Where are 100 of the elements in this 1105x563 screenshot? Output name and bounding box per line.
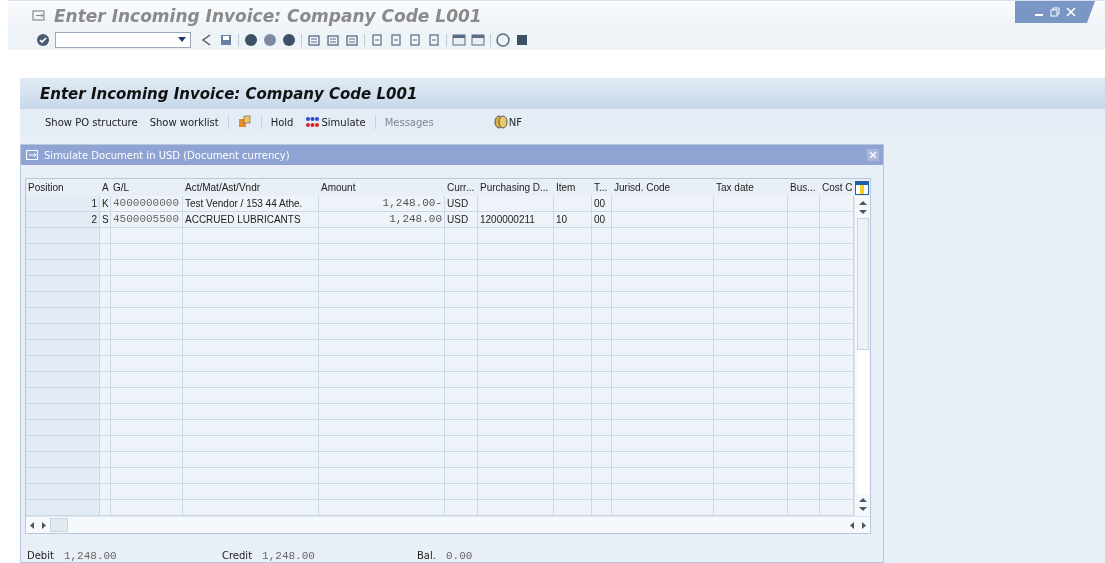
- layout-settings-icon[interactable]: [855, 180, 869, 195]
- scroll-up-icon[interactable]: [858, 497, 867, 503]
- scroll-down-icon[interactable]: [858, 209, 867, 215]
- table-cell: [554, 276, 592, 292]
- table-cell: [820, 420, 854, 436]
- toolbar-button[interactable]: Show worklist: [146, 114, 222, 130]
- table-cell: [788, 372, 820, 388]
- column-header[interactable]: Position: [26, 179, 100, 196]
- column-header[interactable]: Purchasing D...: [478, 179, 554, 196]
- column-header[interactable]: Jurisd. Code: [612, 179, 714, 196]
- table-cell: [788, 340, 820, 356]
- toolbar-button[interactable]: Show PO structure: [42, 114, 141, 130]
- table-cell: [445, 276, 478, 292]
- column-header[interactable]: Curr...: [445, 179, 478, 196]
- simulate-button[interactable]: Simulate: [302, 114, 369, 131]
- column-header[interactable]: Item: [554, 179, 592, 196]
- horizontal-scrollbar[interactable]: [26, 516, 870, 533]
- window-controls[interactable]: [1015, 1, 1095, 23]
- nf-button[interactable]: NF: [490, 113, 525, 132]
- table-cell: [111, 404, 183, 420]
- scroll-thumb[interactable]: [856, 218, 869, 350]
- caret-icon[interactable]: [178, 37, 186, 44]
- table-cell: [445, 324, 478, 340]
- shortcut-icon[interactable]: [471, 33, 485, 48]
- page-title: Enter Incoming Invoice: Company Code L001: [40, 84, 418, 103]
- restore-icon[interactable]: [1049, 6, 1061, 18]
- table-cell: [554, 292, 592, 308]
- table-cell: [592, 276, 612, 292]
- scroll-arrows-icon[interactable]: [30, 521, 46, 529]
- total-label: Bal.: [417, 550, 436, 561]
- table-cell: [100, 500, 111, 516]
- close-icon[interactable]: [1065, 6, 1077, 18]
- table-cell: [788, 388, 820, 404]
- table-cell: [554, 420, 592, 436]
- table-cell: [820, 468, 854, 484]
- table-cell: [100, 356, 111, 372]
- column-header[interactable]: A: [100, 179, 111, 196]
- table-cell: 2: [26, 212, 100, 228]
- table-cell: USD: [445, 196, 478, 212]
- table-cell: [820, 324, 854, 340]
- table-cell: [592, 468, 612, 484]
- table-cell: [100, 420, 111, 436]
- table-cell: [554, 228, 592, 244]
- new-window-icon[interactable]: [452, 33, 466, 48]
- table-cell: [100, 452, 111, 468]
- table-cell: [592, 404, 612, 420]
- table-cell: [111, 228, 183, 244]
- table-cell: [445, 372, 478, 388]
- table-cell: [554, 260, 592, 276]
- table-cell: [100, 308, 111, 324]
- table-cell: [592, 292, 612, 308]
- scroll-thumb[interactable]: [50, 518, 68, 532]
- table-cell: [111, 292, 183, 308]
- table-cell: [111, 372, 183, 388]
- table-cell: [820, 452, 854, 468]
- column-header[interactable]: G/L: [111, 179, 183, 196]
- scroll-arrows-icon[interactable]: [850, 521, 866, 529]
- save-icon[interactable]: [219, 33, 233, 48]
- table-cell: [592, 388, 612, 404]
- window-menu-icon[interactable]: [32, 9, 46, 22]
- table-cell: [820, 340, 854, 356]
- column-header[interactable]: Act/Mat/Ast/Vndr: [183, 179, 319, 196]
- column-header[interactable]: Tax date: [714, 179, 788, 196]
- table-cell: [445, 356, 478, 372]
- table-cell: [111, 484, 183, 500]
- table-cell: [592, 324, 612, 340]
- total-value: 1,248.00: [262, 550, 315, 562]
- table-cell: [788, 292, 820, 308]
- table-cell: [554, 436, 592, 452]
- command-field[interactable]: [55, 32, 191, 49]
- table-cell: [592, 340, 612, 356]
- table-cell: [100, 484, 111, 500]
- table-cell: [445, 228, 478, 244]
- table-cell: [445, 388, 478, 404]
- vertical-scrollbar[interactable]: [854, 196, 870, 516]
- table-cell: [445, 420, 478, 436]
- table-cell: [111, 260, 183, 276]
- column-header[interactable]: Cost C: [820, 179, 854, 196]
- table-cell: [111, 356, 183, 372]
- total-value: 1,248.00: [63, 550, 117, 562]
- table-cell: [445, 484, 478, 500]
- column-header[interactable]: Bus...: [788, 179, 820, 196]
- table-cell: 10: [554, 212, 592, 228]
- column-header[interactable]: Amount: [319, 179, 445, 196]
- enter-icon[interactable]: [36, 33, 50, 48]
- table-cell: [820, 276, 854, 292]
- table-cell: [554, 452, 592, 468]
- table-cell: [788, 324, 820, 340]
- table-cell: [820, 292, 854, 308]
- table-cell: [820, 500, 854, 516]
- dots-icon: [305, 116, 321, 129]
- table-cell: Test Vendor / 153 44 Athe.: [183, 196, 319, 212]
- column-header[interactable]: T...: [592, 179, 612, 196]
- total-value: 0.00: [445, 550, 473, 562]
- table-cell: [445, 260, 478, 276]
- scroll-up-icon[interactable]: [858, 200, 867, 206]
- toolbar-button[interactable]: Hold: [267, 114, 297, 130]
- table-cell: [445, 452, 478, 468]
- scroll-down-icon[interactable]: [858, 506, 867, 512]
- close-icon[interactable]: [867, 149, 879, 161]
